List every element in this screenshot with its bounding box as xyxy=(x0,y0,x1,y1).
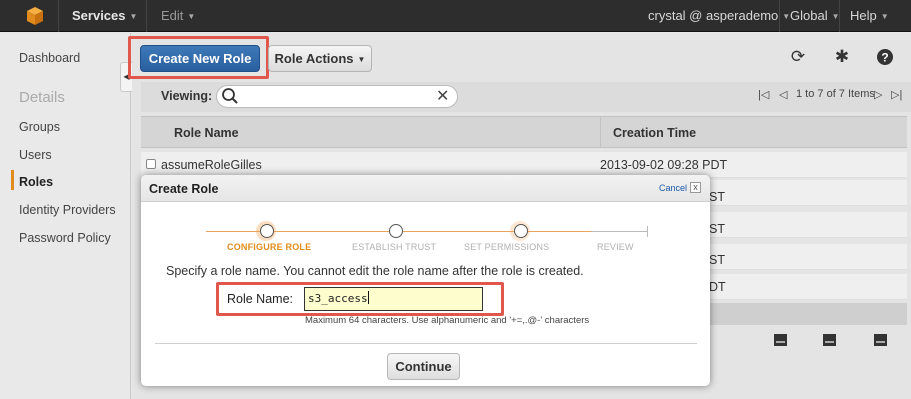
pane-layout-icon[interactable] xyxy=(874,334,887,346)
stepper-line xyxy=(591,231,647,232)
close-icon[interactable]: x xyxy=(690,182,701,193)
first-page-icon[interactable]: |◁ xyxy=(758,88,769,101)
sidebar-item-groups[interactable]: Groups xyxy=(19,120,60,134)
help-icon[interactable]: ? xyxy=(875,47,895,67)
role-actions-button[interactable]: Role Actions ▼ xyxy=(268,45,372,72)
divider xyxy=(155,343,697,344)
role-name-input[interactable]: s3_access xyxy=(304,287,483,311)
divider xyxy=(600,117,601,148)
step-marker-establish-trust xyxy=(389,224,403,238)
pane-layout-icon[interactable] xyxy=(774,334,787,346)
step-label-configure-role: CONFIGURE ROLE xyxy=(227,242,312,252)
role-name-hint: Maximum 64 characters. Use alphanumeric … xyxy=(305,315,590,326)
aws-cube-icon[interactable] xyxy=(26,6,44,26)
role-name-cell[interactable]: assumeRoleGilles xyxy=(161,158,262,172)
last-page-icon[interactable]: ▷| xyxy=(891,88,902,101)
prev-page-icon[interactable]: ◁ xyxy=(779,88,787,101)
text-cursor xyxy=(367,291,369,304)
gear-icon[interactable]: ✱ xyxy=(832,47,852,67)
role-actions-label: Role Actions xyxy=(274,51,354,66)
pager-status: 1 to 7 of 7 Items xyxy=(796,88,875,100)
role-name-value: s3_access xyxy=(308,292,368,305)
create-role-dialog: Create Role Cancel x CONFIGURE ROLE ESTA… xyxy=(141,175,710,386)
edit-menu[interactable]: Edit ▼ xyxy=(161,0,195,32)
step-marker-configure-role xyxy=(260,224,274,238)
step-marker-set-permissions xyxy=(514,224,528,238)
sidebar-item-password-policy[interactable]: Password Policy xyxy=(19,231,111,245)
chevron-down-icon: ▼ xyxy=(880,12,889,21)
sidebar-item-dashboard[interactable]: Dashboard xyxy=(19,51,80,65)
region-menu[interactable]: Global ▼ xyxy=(790,0,840,32)
sidebar-item-identity-providers[interactable]: Identity Providers xyxy=(19,203,116,217)
row-checkbox[interactable] xyxy=(146,159,156,169)
close-icon[interactable]: ✕ xyxy=(436,86,449,106)
account-label: crystal @ asperademo xyxy=(648,8,779,23)
create-new-role-button[interactable]: Create New Role xyxy=(140,45,260,72)
chevron-down-icon: ▼ xyxy=(187,12,196,21)
instructions-text: Specify a role name. You cannot edit the… xyxy=(166,264,584,278)
viewing-label: Viewing: xyxy=(161,89,213,103)
continue-button[interactable]: Continue xyxy=(387,353,460,380)
dialog-title: Create Role xyxy=(149,182,219,196)
creation-time-cell: ST xyxy=(709,222,725,236)
divider xyxy=(779,0,780,32)
creation-time-cell: ST xyxy=(709,190,725,204)
step-label-establish-trust: ESTABLISH TRUST xyxy=(352,242,437,252)
help-menu[interactable]: Help ▼ xyxy=(850,0,889,32)
top-navigation-bar: Services ▼ Edit ▼ crystal @ asperademo ▼ Gl… xyxy=(0,0,911,32)
help-label: Help xyxy=(850,8,877,23)
refresh-icon[interactable]: ⟳ xyxy=(788,47,808,67)
pane-layout-icon[interactable] xyxy=(823,334,836,346)
active-indicator xyxy=(11,170,14,190)
sidebar-section-heading: Details xyxy=(19,89,65,106)
sidebar-item-users[interactable]: Users xyxy=(19,148,52,162)
chevron-down-icon: ▼ xyxy=(357,55,366,64)
dialog-header: Create Role Cancel x xyxy=(141,175,710,202)
region-label: Global xyxy=(790,8,828,23)
creation-time-cell: DT xyxy=(709,280,726,294)
chevron-down-icon: ▼ xyxy=(782,12,791,21)
role-name-label: Role Name: xyxy=(227,292,293,306)
sidebar-item-roles[interactable]: Roles xyxy=(19,175,53,189)
cancel-link[interactable]: Cancel xyxy=(659,183,687,193)
next-page-icon[interactable]: ▷ xyxy=(874,88,882,101)
account-menu[interactable]: crystal @ asperademo ▼ xyxy=(648,0,790,32)
stepper-end-tick xyxy=(647,226,648,237)
search-icon xyxy=(222,88,238,104)
chevron-down-icon: ▼ xyxy=(129,12,138,21)
creation-time-cell: 2013-09-02 09:28 PDT xyxy=(600,158,728,172)
svg-text:?: ? xyxy=(881,51,888,65)
table-header xyxy=(141,116,907,148)
stepper-line xyxy=(206,231,399,232)
column-header-role-name[interactable]: Role Name xyxy=(174,126,239,140)
stepper-line xyxy=(399,231,591,232)
search-input[interactable] xyxy=(216,85,458,108)
edit-label: Edit xyxy=(161,8,184,23)
divider xyxy=(839,0,840,32)
services-label: Services xyxy=(72,8,126,23)
divider xyxy=(58,0,59,32)
divider xyxy=(146,0,147,32)
creation-time-cell: ST xyxy=(709,253,725,267)
column-header-creation-time[interactable]: Creation Time xyxy=(613,126,696,140)
step-label-set-permissions: SET PERMISSIONS xyxy=(464,242,550,252)
services-menu[interactable]: Services ▼ xyxy=(72,0,137,32)
step-label-review: REVIEW xyxy=(597,242,634,252)
